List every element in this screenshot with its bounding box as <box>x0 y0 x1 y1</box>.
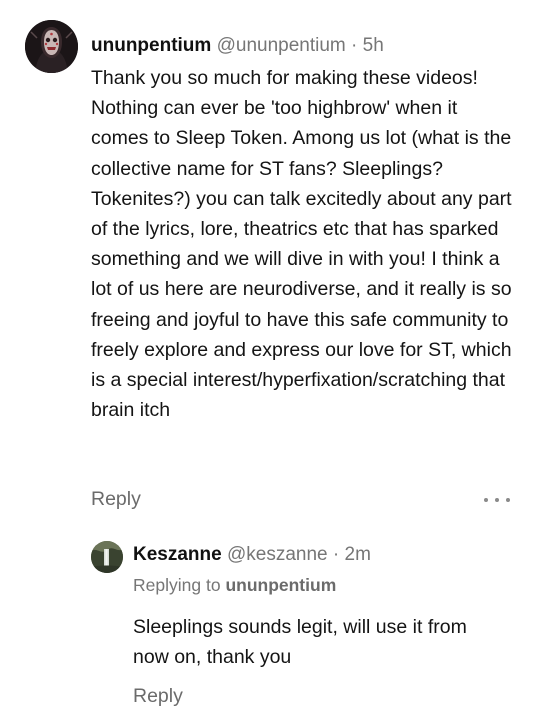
reply-author-name[interactable]: Keszanne <box>133 544 222 565</box>
reply-timestamp: 2m <box>344 544 371 565</box>
reply-author-handle[interactable]: @keszanne <box>227 544 328 565</box>
avatar[interactable] <box>25 20 78 73</box>
reply-avatar[interactable] <box>91 541 123 573</box>
more-horizontal-icon[interactable] <box>484 490 510 510</box>
timestamp: 5h <box>362 35 384 56</box>
reply-button[interactable]: Reply <box>91 488 141 511</box>
replying-to-prefix: Replying to <box>133 575 221 595</box>
comment-header: ununpentium @ununpentium · 5h <box>91 33 384 59</box>
replying-to-target[interactable]: ununpentium <box>225 575 336 595</box>
reply-body: Sleeplings sounds legit, will use it fro… <box>133 616 467 669</box>
reply-reply-button[interactable]: Reply <box>133 685 183 708</box>
replying-to-line: Replying to ununpentium <box>133 573 336 597</box>
separator-dot: · <box>332 544 340 565</box>
more-dot <box>484 498 488 502</box>
more-dot <box>495 498 499 502</box>
separator-dot: · <box>351 35 358 56</box>
author-name[interactable]: ununpentium <box>91 35 211 56</box>
comment-body: Thank you so much for making these video… <box>91 67 512 422</box>
more-dot <box>506 498 510 502</box>
reply-header: Keszanne @keszanne · 2m <box>133 542 371 568</box>
author-handle[interactable]: @ununpentium <box>217 35 346 56</box>
masked-face-avatar-image <box>25 20 78 73</box>
waterfall-avatar-image <box>91 541 123 573</box>
